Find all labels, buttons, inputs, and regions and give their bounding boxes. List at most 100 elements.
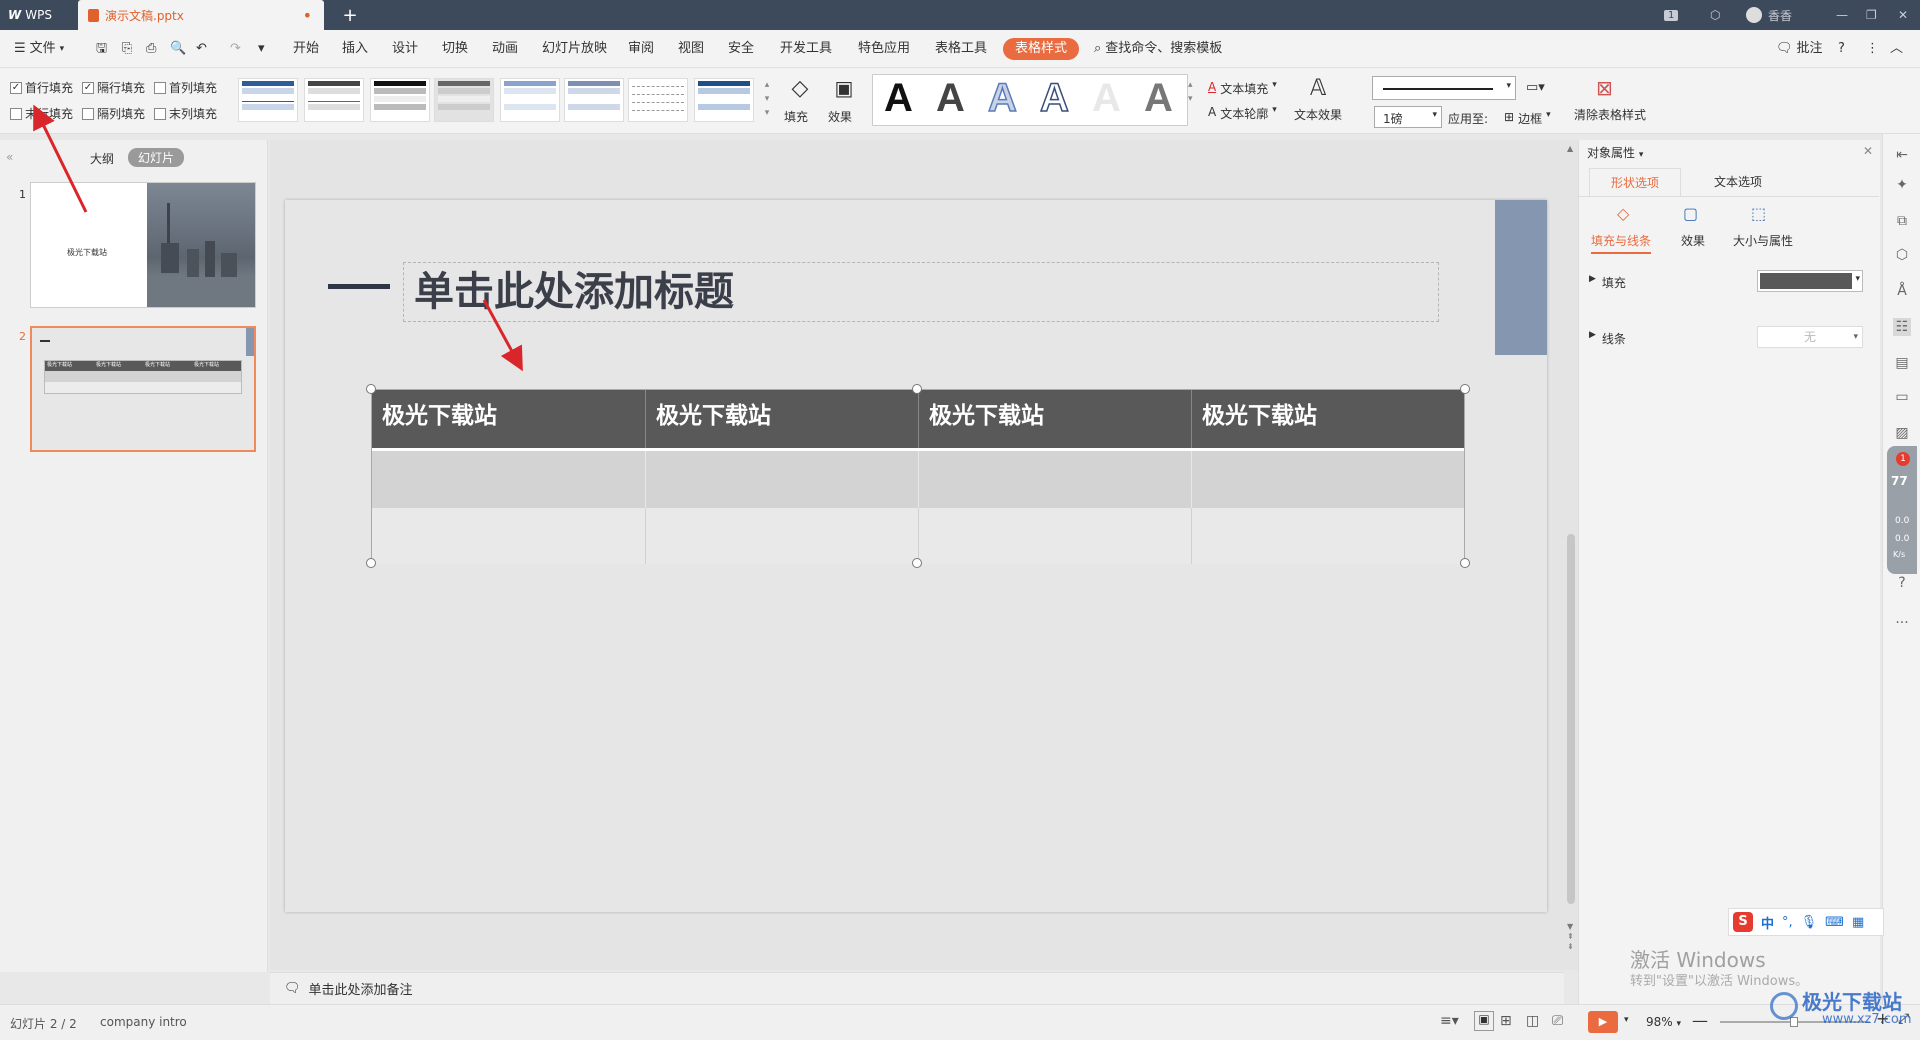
undo-icon[interactable]: ↶ xyxy=(196,38,207,60)
properties-icon[interactable]: ☷ xyxy=(1893,318,1911,336)
table-cell[interactable] xyxy=(919,508,1192,564)
shapes-icon[interactable]: ⬡ xyxy=(1893,246,1911,264)
wps-home-tab[interactable]: W WPS xyxy=(0,0,76,30)
fill-button[interactable]: 填充 xyxy=(784,108,808,125)
customize-icon[interactable]: ▾ xyxy=(258,38,265,60)
wordart-a-icon[interactable]: A xyxy=(1144,76,1173,121)
line-weight-select[interactable]: 1磅 ▾ xyxy=(1374,106,1442,128)
resize-handle[interactable] xyxy=(1460,384,1470,394)
slide-table[interactable]: 极光下载站 极光下载站 极光下载站 极光下载站 xyxy=(371,389,1465,564)
page-badge[interactable]: 1 xyxy=(1664,0,1679,30)
wordart-scroll[interactable]: ▴ ▾ xyxy=(1188,78,1193,106)
fill-icon[interactable]: ◇ xyxy=(786,76,814,104)
clear-style-icon[interactable]: ⊠ xyxy=(1596,76,1613,100)
new-tab-button[interactable]: + xyxy=(336,0,364,30)
zoom-level[interactable]: 98% ▾ xyxy=(1646,1015,1681,1029)
comment-button[interactable]: 🗨 批注 xyxy=(1776,38,1823,60)
table-cell[interactable] xyxy=(1192,508,1464,564)
user-account[interactable]: 香香 xyxy=(1746,0,1792,30)
menu-developer[interactable]: 开发工具 xyxy=(780,38,832,60)
effect-icon[interactable]: ▣ xyxy=(830,76,858,104)
tab-effect[interactable]: 效果 xyxy=(1681,232,1705,249)
table-style-option[interactable] xyxy=(238,78,298,122)
menu-table-style[interactable]: 表格样式 xyxy=(1003,38,1080,60)
minimize-icon[interactable]: — xyxy=(1836,0,1848,30)
panel-title[interactable]: 对象属性 ▾ xyxy=(1587,144,1643,161)
text-effect-button[interactable]: 文本效果 xyxy=(1294,106,1342,123)
pin-icon[interactable]: ✦ xyxy=(1893,176,1911,194)
play-slideshow-button[interactable]: ▶ xyxy=(1588,1011,1618,1033)
table-style-option[interactable] xyxy=(694,78,754,122)
resize-handle[interactable] xyxy=(366,558,376,568)
collapse-panel-icon[interactable]: « xyxy=(6,150,13,164)
zoom-out-icon[interactable]: — xyxy=(1692,1011,1708,1030)
checkbox-first-row[interactable]: ✓ 首行填充 xyxy=(10,79,73,96)
table-style-option[interactable] xyxy=(564,78,624,122)
menu-insert[interactable]: 插入 xyxy=(342,38,368,60)
document-tab[interactable]: 演示文稿.pptx • xyxy=(78,0,324,30)
resize-handle[interactable] xyxy=(1460,558,1470,568)
table-header-cell[interactable]: 极光下载站 xyxy=(646,390,919,448)
table-cell[interactable] xyxy=(372,508,646,564)
redo-icon[interactable]: ↷ xyxy=(230,38,241,60)
menu-design[interactable]: 设计 xyxy=(392,38,418,60)
collapse-ribbon-icon[interactable]: ︿ xyxy=(1890,38,1903,60)
size-icon[interactable]: ⬚ xyxy=(1751,204,1766,223)
text-style-icon[interactable]: Å xyxy=(1893,282,1911,300)
tab-text-options[interactable]: 文本选项 xyxy=(1697,168,1779,196)
normal-view-icon[interactable]: ▣ xyxy=(1474,1011,1494,1031)
line-section[interactable]: ▶ 线条 xyxy=(1589,330,1626,347)
skin-icon[interactable]: ⬡ xyxy=(1710,0,1720,30)
menu-home[interactable]: 开始 xyxy=(293,38,319,60)
save-icon[interactable]: 🖫 xyxy=(96,38,107,60)
fill-line-icon[interactable]: ◇ xyxy=(1617,204,1629,223)
vertical-scrollbar[interactable]: ▲ ▼ ⇞ ⇟ xyxy=(1564,140,1578,970)
table-header-cell[interactable]: 极光下载站 xyxy=(372,390,646,448)
line-style-select[interactable]: ▾ xyxy=(1372,76,1516,100)
border-button[interactable]: ⊞ 边框 ▾ xyxy=(1504,110,1551,127)
text-effect-icon[interactable]: 𝔸 xyxy=(1310,76,1326,101)
menu-slideshow[interactable]: 幻灯片放映 xyxy=(542,38,607,60)
checkbox-banded-rows[interactable]: ✓ 隔行填充 xyxy=(82,79,145,96)
tab-shape-options[interactable]: 形状选项 xyxy=(1589,168,1681,196)
effect-icon[interactable]: ▢ xyxy=(1683,204,1698,223)
table-style-option[interactable] xyxy=(500,78,560,122)
slide-thumbnail-1[interactable]: 极光下载站 xyxy=(30,182,256,308)
text-outline-button[interactable]: A 文本轮廓 ▾ xyxy=(1208,105,1277,122)
menu-animation[interactable]: 动画 xyxy=(492,38,518,60)
table-cell[interactable] xyxy=(1192,451,1464,508)
table-cell[interactable] xyxy=(646,451,919,508)
notes-bar[interactable]: 🗨 单击此处添加备注 xyxy=(270,972,1564,1004)
tab-size-properties[interactable]: 大小与属性 xyxy=(1733,232,1793,249)
tab-slides[interactable]: 幻灯片 xyxy=(128,148,185,167)
table-cell[interactable] xyxy=(919,451,1192,508)
presenter-view-icon[interactable]: ⎚ xyxy=(1552,1013,1563,1029)
export-icon[interactable]: ⎘ xyxy=(122,38,132,60)
notes-toggle-icon[interactable]: ≡▾ xyxy=(1440,1013,1459,1029)
print-icon[interactable]: ⎙ xyxy=(146,38,156,60)
table-header-cell[interactable]: 极光下载站 xyxy=(919,390,1192,448)
menu-view[interactable]: 视图 xyxy=(678,38,704,60)
checkbox-last-column[interactable]: 末列填充 xyxy=(154,105,217,122)
effect-button[interactable]: 效果 xyxy=(828,108,852,125)
menu-review[interactable]: 审阅 xyxy=(628,38,654,60)
line-select[interactable]: 无 ▾ xyxy=(1757,326,1863,348)
close-icon[interactable]: ✕ xyxy=(1898,0,1908,30)
network-monitor-widget[interactable]: 1 77 0.0 0.0 K/s xyxy=(1887,446,1917,574)
table-style-option[interactable] xyxy=(304,78,364,122)
table-header-cell[interactable]: 极光下载站 xyxy=(1192,390,1464,448)
table-style-option[interactable] xyxy=(370,78,430,122)
close-panel-icon[interactable]: ✕ xyxy=(1863,144,1873,158)
wordart-a-icon[interactable]: A xyxy=(1039,75,1069,121)
more-icon[interactable]: ⋮ xyxy=(1866,38,1879,60)
wordart-a-icon[interactable]: A xyxy=(884,76,913,121)
fill-color-select[interactable]: ▾ xyxy=(1757,270,1863,292)
tab-outline[interactable]: 大纲 xyxy=(90,150,114,167)
menu-transition[interactable]: 切换 xyxy=(442,38,468,60)
gallery-scroll[interactable]: ▴ ▾ ▾ xyxy=(762,78,772,122)
ime-toolbar[interactable]: S 中 °, 🎙 ⌨ ▦ xyxy=(1728,908,1884,936)
copy-icon[interactable]: ⧉ xyxy=(1893,212,1911,230)
slide-thumbnail-2-selected[interactable]: 极光下载站 极光下载站 极光下载站 极光下载站 xyxy=(30,326,256,452)
checkbox-banded-columns[interactable]: 隔列填充 xyxy=(82,105,145,122)
clear-table-style-button[interactable]: 清除表格样式 xyxy=(1574,106,1646,123)
